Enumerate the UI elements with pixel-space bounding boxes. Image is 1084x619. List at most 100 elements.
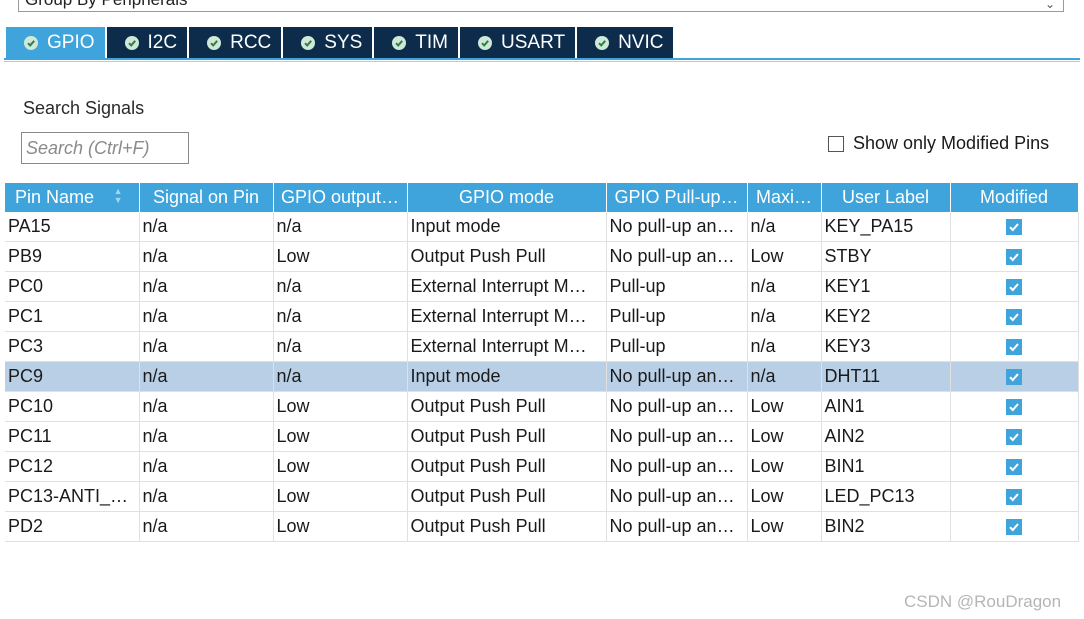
cell-max-speed[interactable]: n/a <box>747 301 822 332</box>
cell-pin-name[interactable]: PC10 <box>5 391 140 422</box>
cell-user-label[interactable]: KEY_PA15 <box>821 212 951 242</box>
cell-signal-on-pin[interactable]: n/a <box>139 451 274 482</box>
cell-signal-on-pin[interactable]: n/a <box>139 241 274 272</box>
cell-gpio-mode[interactable]: Input mode <box>407 212 607 242</box>
cell-max-speed[interactable]: n/a <box>747 271 822 302</box>
cell-signal-on-pin[interactable]: n/a <box>139 511 274 542</box>
cell-signal-on-pin[interactable]: n/a <box>139 421 274 452</box>
cell-max-speed[interactable]: Low <box>747 391 822 422</box>
cell-max-speed[interactable]: Low <box>747 451 822 482</box>
cell-max-speed[interactable]: n/a <box>747 331 822 362</box>
cell-pin-name[interactable]: PC3 <box>5 331 140 362</box>
group-by-select[interactable]: Group By Peripherals ⌄ <box>18 0 1064 12</box>
cell-pin-name[interactable]: PC12 <box>5 451 140 482</box>
cell-gpio-mode[interactable]: Output Push Pull <box>407 241 607 272</box>
cell-max-speed[interactable]: Low <box>747 421 822 452</box>
cell-signal-on-pin[interactable]: n/a <box>139 271 274 302</box>
cell-gpio-pull[interactable]: No pull-up an… <box>606 451 748 482</box>
cell-pin-name[interactable]: PA15 <box>5 212 140 242</box>
column-header-user-label[interactable]: User Label <box>821 183 951 212</box>
cell-gpio-pull[interactable]: No pull-up an… <box>606 511 748 542</box>
cell-gpio-output-level[interactable]: Low <box>273 451 408 482</box>
cell-max-speed[interactable]: Low <box>747 481 822 512</box>
cell-pin-name[interactable]: PC9 <box>5 361 140 392</box>
cell-pin-name[interactable]: PD2 <box>5 511 140 542</box>
table-row[interactable]: PC1 n/a n/a External Interrupt M… Pull-up n/a… <box>5 301 1079 332</box>
cell-user-label[interactable]: STBY <box>821 241 951 272</box>
cell-max-speed[interactable]: Low <box>747 511 822 542</box>
cell-gpio-pull[interactable]: No pull-up an… <box>606 212 748 242</box>
show-modified-checkbox[interactable] <box>828 135 844 152</box>
tab-i2c[interactable]: I2C <box>106 27 188 58</box>
cell-signal-on-pin[interactable]: n/a <box>139 212 274 242</box>
cell-gpio-mode[interactable]: External Interrupt M… <box>407 271 607 302</box>
cell-gpio-mode[interactable]: Input mode <box>407 361 607 392</box>
cell-user-label[interactable]: KEY1 <box>821 271 951 302</box>
table-row[interactable]: PC3 n/a n/a External Interrupt M… Pull-up n/a… <box>5 331 1079 362</box>
sort-icon[interactable]: ▲ ▼ <box>114 187 123 205</box>
table-row[interactable]: PC12 n/a Low Output Push Pull No pull-up an…… <box>5 451 1079 482</box>
cell-pin-name[interactable]: PB9 <box>5 241 140 272</box>
cell-gpio-pull[interactable]: No pull-up an… <box>606 241 748 272</box>
cell-gpio-output-level[interactable]: Low <box>273 391 408 422</box>
cell-gpio-mode[interactable]: Output Push Pull <box>407 391 607 422</box>
cell-gpio-output-level[interactable]: Low <box>273 481 408 512</box>
column-header-gpio-mode[interactable]: GPIO mode <box>407 183 607 212</box>
table-row[interactable]: PD2 n/a Low Output Push Pull No pull-up an… L… <box>5 511 1079 542</box>
cell-gpio-output-level[interactable]: n/a <box>273 361 408 392</box>
cell-signal-on-pin[interactable]: n/a <box>139 331 274 362</box>
cell-gpio-output-level[interactable]: Low <box>273 511 408 542</box>
cell-pin-name[interactable]: PC1 <box>5 301 140 332</box>
table-row[interactable]: PC0 n/a n/a External Interrupt M… Pull-up n/a… <box>5 271 1079 302</box>
cell-gpio-mode[interactable]: Output Push Pull <box>407 451 607 482</box>
cell-gpio-pull[interactable]: Pull-up <box>606 301 748 332</box>
cell-signal-on-pin[interactable]: n/a <box>139 481 274 512</box>
cell-gpio-output-level[interactable]: n/a <box>273 212 408 242</box>
tab-nvic[interactable]: NVIC <box>577 27 674 58</box>
column-header-modified[interactable]: Modified <box>950 183 1079 212</box>
tab-sys[interactable]: SYS <box>283 27 373 58</box>
cell-gpio-output-level[interactable]: Low <box>273 241 408 272</box>
cell-pin-name[interactable]: PC0 <box>5 271 140 302</box>
tab-gpio[interactable]: GPIO <box>6 27 105 58</box>
cell-gpio-pull[interactable]: No pull-up an… <box>606 361 748 392</box>
column-header-max-speed[interactable]: Maxi… <box>747 183 822 212</box>
cell-user-label[interactable]: LED_PC13 <box>821 481 951 512</box>
cell-gpio-pull[interactable]: Pull-up <box>606 331 748 362</box>
cell-gpio-mode[interactable]: External Interrupt M… <box>407 331 607 362</box>
tab-tim[interactable]: TIM <box>374 27 459 58</box>
table-row[interactable]: PA15 n/a n/a Input mode No pull-up an… n/a KEY… <box>5 212 1079 242</box>
cell-gpio-mode[interactable]: External Interrupt M… <box>407 301 607 332</box>
cell-max-speed[interactable]: n/a <box>747 212 822 242</box>
table-row[interactable]: PC9 n/a n/a Input mode No pull-up an… n/a DHT1… <box>5 361 1079 392</box>
tab-rcc[interactable]: RCC <box>189 27 282 58</box>
cell-max-speed[interactable]: n/a <box>747 361 822 392</box>
column-header-gpio-pull[interactable]: GPIO Pull-up… <box>606 183 748 212</box>
cell-user-label[interactable]: AIN2 <box>821 421 951 452</box>
cell-user-label[interactable]: KEY2 <box>821 301 951 332</box>
tab-usart[interactable]: USART <box>460 27 576 58</box>
column-header-pin-name[interactable]: Pin Name ▲ ▼ <box>5 183 140 212</box>
cell-gpio-output-level[interactable]: n/a <box>273 271 408 302</box>
search-input[interactable] <box>21 132 189 164</box>
cell-max-speed[interactable]: Low <box>747 241 822 272</box>
table-row[interactable]: PC10 n/a Low Output Push Pull No pull-up an…… <box>5 391 1079 422</box>
cell-gpio-pull[interactable]: No pull-up an… <box>606 481 748 512</box>
cell-signal-on-pin[interactable]: n/a <box>139 391 274 422</box>
table-row[interactable]: PC11 n/a Low Output Push Pull No pull-up an…… <box>5 421 1079 452</box>
cell-signal-on-pin[interactable]: n/a <box>139 301 274 332</box>
cell-gpio-mode[interactable]: Output Push Pull <box>407 481 607 512</box>
cell-pin-name[interactable]: PC11 <box>5 421 140 452</box>
cell-gpio-output-level[interactable]: n/a <box>273 301 408 332</box>
cell-gpio-pull[interactable]: No pull-up an… <box>606 391 748 422</box>
cell-user-label[interactable]: AIN1 <box>821 391 951 422</box>
cell-gpio-pull[interactable]: No pull-up an… <box>606 421 748 452</box>
cell-pin-name[interactable]: PC13-ANTI_… <box>5 481 140 512</box>
show-modified-toggle[interactable]: Show only Modified Pins <box>828 133 1049 154</box>
cell-user-label[interactable]: KEY3 <box>821 331 951 362</box>
cell-gpio-output-level[interactable]: n/a <box>273 331 408 362</box>
cell-gpio-mode[interactable]: Output Push Pull <box>407 511 607 542</box>
cell-gpio-mode[interactable]: Output Push Pull <box>407 421 607 452</box>
cell-gpio-output-level[interactable]: Low <box>273 421 408 452</box>
cell-gpio-pull[interactable]: Pull-up <box>606 271 748 302</box>
